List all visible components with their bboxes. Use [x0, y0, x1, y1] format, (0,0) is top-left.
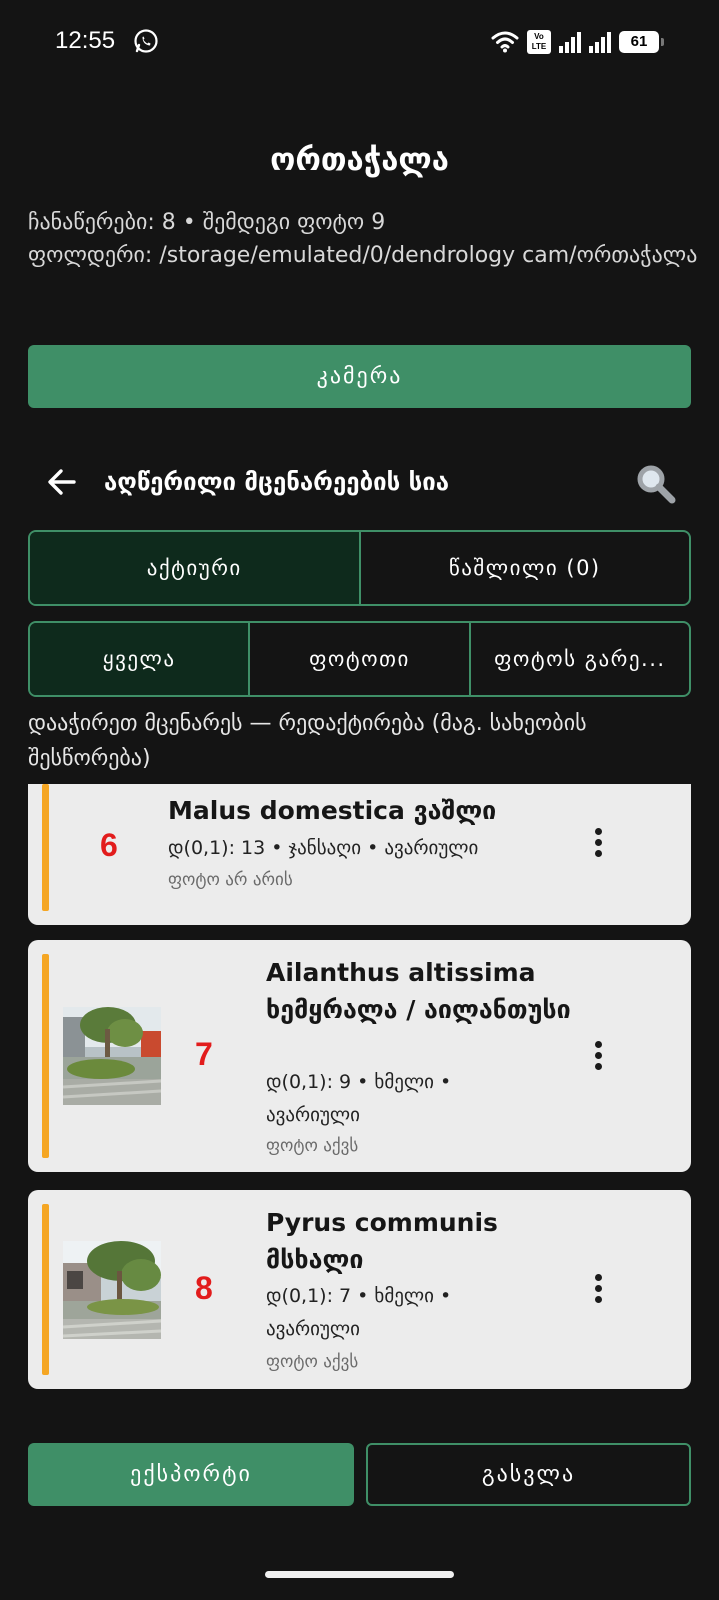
status-stripe [42, 1204, 49, 1375]
page-title: ორთაჭალა [270, 142, 449, 178]
volte-icon: Vo LTE [527, 30, 551, 54]
signal-icon [559, 31, 581, 53]
plant-card[interactable]: 8 Pyrus communis მსხალი დ(0,1): 7 • ხმელ… [28, 1190, 691, 1389]
tab-active[interactable]: აქტიური [30, 532, 359, 604]
search-icon[interactable] [634, 462, 678, 506]
more-vert-icon[interactable] [593, 828, 603, 862]
home-indicator[interactable] [265, 1571, 454, 1578]
more-vert-icon[interactable] [593, 1041, 603, 1075]
filter-without-photo[interactable]: ფოტოს გარე... [468, 623, 689, 695]
status-icons: Vo LTE 61 [491, 28, 664, 56]
plant-number: 7 [195, 1036, 213, 1072]
list-header: აღწერილი მცენარეების სია [0, 450, 719, 514]
filter-all[interactable]: ყველა [30, 623, 249, 695]
filter-tabs: ყველა ფოტოთი ფოტოს გარე... [28, 621, 691, 697]
plant-photo-thumbnail [63, 1007, 161, 1105]
plant-meta: დ(0,1): 9 • ხმელი • ავარიული [266, 1071, 452, 1126]
hint-text: დააჭირეთ მცენარეს — რედაქტირება (მაგ. სა… [28, 711, 587, 771]
camera-button[interactable]: კამერა [28, 345, 691, 408]
plant-card[interactable]: 6 Malus domestica ვაშლი დ(0,1): 13 • ჯან… [28, 784, 691, 925]
status-time: 12:55 [55, 27, 116, 54]
filter-with-photo[interactable]: ფოტოთი [248, 623, 468, 695]
list-title: აღწერილი მცენარეების სია [104, 468, 450, 496]
photo-state: ფოტო აქვს [266, 1352, 359, 1372]
plant-number: 6 [100, 827, 118, 863]
photo-state: ფოტო აქვს [266, 1136, 359, 1156]
bottom-actions: ექსპორტი გასვლა [28, 1443, 691, 1506]
back-arrow-icon[interactable] [42, 462, 82, 502]
plant-card[interactable]: 7 Ailanthus altissima ხემყრალა / აილანთუ… [28, 940, 691, 1172]
more-vert-icon[interactable] [593, 1274, 603, 1308]
plant-number: 8 [195, 1270, 213, 1306]
tab-deleted[interactable]: წაშლილი (0) [358, 532, 690, 604]
whatsapp-icon [134, 29, 158, 53]
plant-name: Ailanthus altissima ხემყრალა / აილანთუსი [266, 958, 571, 1024]
status-stripe [42, 954, 49, 1158]
signal-icon [589, 31, 611, 53]
photo-state: ფოტო არ არის [168, 870, 293, 890]
battery-icon: 61 [619, 31, 664, 53]
records-line: ჩანაწერები: 8 • შემდეგი ფოტო 9 [28, 210, 386, 235]
status-bar: 12:55 Vo LTE 61 [0, 0, 719, 84]
export-button[interactable]: ექსპორტი [28, 1443, 354, 1506]
plant-photo-thumbnail [63, 1241, 161, 1339]
status-tabs: აქტიური წაშლილი (0) [28, 530, 691, 606]
plant-meta: დ(0,1): 7 • ხმელი • ავარიული [266, 1285, 452, 1340]
info-block: ჩანაწერები: 8 • შემდეგი ფოტო 9 ფოლდერი: … [28, 206, 698, 272]
plant-name: Pyrus communis მსხალი [266, 1208, 498, 1274]
wifi-icon [491, 31, 519, 53]
exit-button[interactable]: გასვლა [366, 1443, 691, 1506]
folder-line: ფოლდერი: /storage/emulated/0/dendrology … [28, 243, 698, 268]
plant-list[interactable]: 6 Malus domestica ვაშლი დ(0,1): 13 • ჯან… [28, 784, 691, 1406]
plant-name: Malus domestica ვაშლი [168, 796, 497, 825]
status-stripe [42, 784, 49, 911]
plant-meta: დ(0,1): 13 • ჯანსაღი • ავარიული [168, 837, 479, 859]
